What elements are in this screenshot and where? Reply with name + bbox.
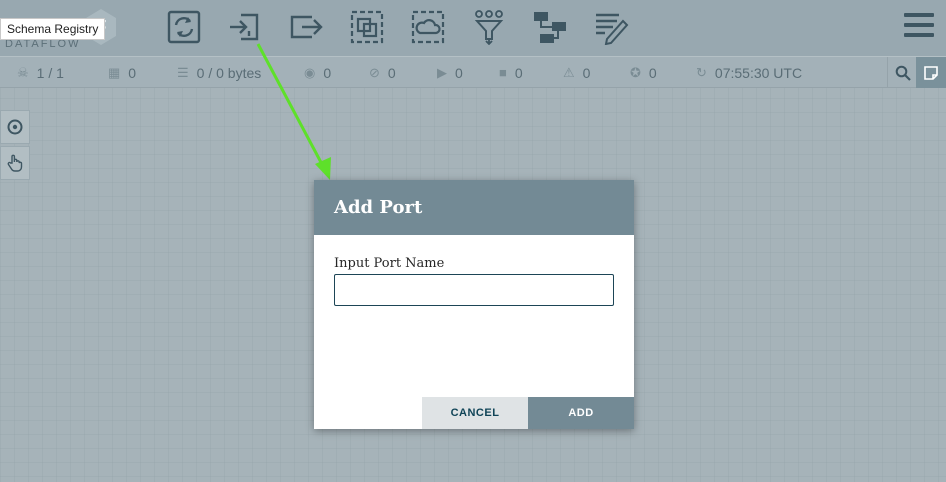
- running-status: ▶ 0: [437, 57, 463, 88]
- bulletin-board-button[interactable]: [916, 57, 946, 88]
- cluster-status: ☠ 1 / 1: [17, 57, 64, 88]
- sticky-note-icon: [924, 65, 938, 80]
- process-group-icon: [350, 10, 384, 44]
- active-threads-status: ▦ 0: [108, 57, 136, 88]
- add-process-group-button[interactable]: [348, 8, 386, 46]
- cancel-button[interactable]: CANCEL: [422, 397, 528, 429]
- navigate-button[interactable]: [0, 110, 30, 144]
- toolbar: F DATAFLOW Schema Registry: [0, 0, 946, 56]
- output-port-icon: [290, 15, 323, 39]
- disabled-count: 0: [648, 64, 657, 81]
- template-icon: [534, 12, 566, 43]
- port-name-label: Input Port Name: [334, 256, 445, 271]
- play-icon: ▶: [437, 64, 447, 80]
- add-processor-button[interactable]: [165, 8, 203, 46]
- dialog-title: Add Port: [314, 180, 634, 235]
- search-button[interactable]: [887, 57, 918, 88]
- add-button[interactable]: ADD: [528, 397, 634, 429]
- global-menu-button[interactable]: [904, 13, 934, 41]
- queue-list-icon: ☰: [177, 64, 189, 80]
- add-funnel-button[interactable]: [470, 8, 508, 46]
- search-icon: [895, 65, 911, 81]
- label-icon: [596, 13, 629, 45]
- not-transmitting-icon: ⊘: [369, 64, 380, 80]
- add-input-port-button[interactable]: [226, 8, 264, 46]
- disabled-icon: ✪: [630, 64, 641, 80]
- stop-icon: ■: [499, 65, 507, 80]
- add-output-port-button[interactable]: [287, 8, 325, 46]
- last-refresh-status: ↻ 07:55:30 UTC: [696, 57, 802, 88]
- operate-button[interactable]: [0, 146, 30, 180]
- threads-icon: ▦: [108, 64, 121, 80]
- running-count: 0: [455, 64, 463, 81]
- invalid-count: 0: [582, 64, 591, 81]
- compass-icon: [7, 119, 23, 135]
- hamburger-menu-icon: [904, 13, 934, 17]
- warning-icon: ⚠: [563, 64, 575, 80]
- remote-process-group-icon: [411, 10, 445, 44]
- disabled-status: ✪ 0: [630, 57, 657, 88]
- add-port-dialog: Add Port Input Port Name CANCEL ADD: [314, 180, 634, 429]
- add-template-button[interactable]: [531, 8, 569, 46]
- input-port-icon: [230, 13, 259, 41]
- refresh-icon: ↻: [696, 64, 707, 80]
- queued-value: 0 / 0 bytes: [196, 64, 262, 81]
- add-remote-process-group-button[interactable]: [409, 8, 447, 46]
- transmitting-status: ◉ 0: [304, 57, 331, 88]
- port-name-input[interactable]: [334, 274, 614, 306]
- hand-pointer-icon: [7, 154, 23, 172]
- cluster-count: 1 / 1: [36, 64, 64, 81]
- queued-status: ☰ 0 / 0 bytes: [177, 57, 261, 88]
- status-bar: ☠ 1 / 1 ▦ 0 ☰ 0 / 0 bytes ◉ 0 ⊘ 0 ▶ 0 ■ …: [0, 56, 946, 88]
- invalid-status: ⚠ 0: [563, 57, 590, 88]
- not-transmitting-count: 0: [387, 64, 396, 81]
- tooltip: Schema Registry: [0, 18, 106, 40]
- refresh-time: 07:55:30 UTC: [714, 64, 803, 81]
- add-label-button[interactable]: [592, 8, 630, 46]
- transmitting-icon: ◉: [304, 64, 316, 80]
- threads-count: 0: [128, 64, 137, 81]
- stopped-status: ■ 0: [499, 57, 523, 88]
- stopped-count: 0: [514, 64, 523, 81]
- not-transmitting-status: ⊘ 0: [369, 57, 396, 88]
- funnel-icon: [474, 10, 504, 45]
- processor-icon: [167, 10, 201, 44]
- cluster-icon: ☠: [17, 64, 29, 80]
- transmitting-count: 0: [323, 64, 332, 81]
